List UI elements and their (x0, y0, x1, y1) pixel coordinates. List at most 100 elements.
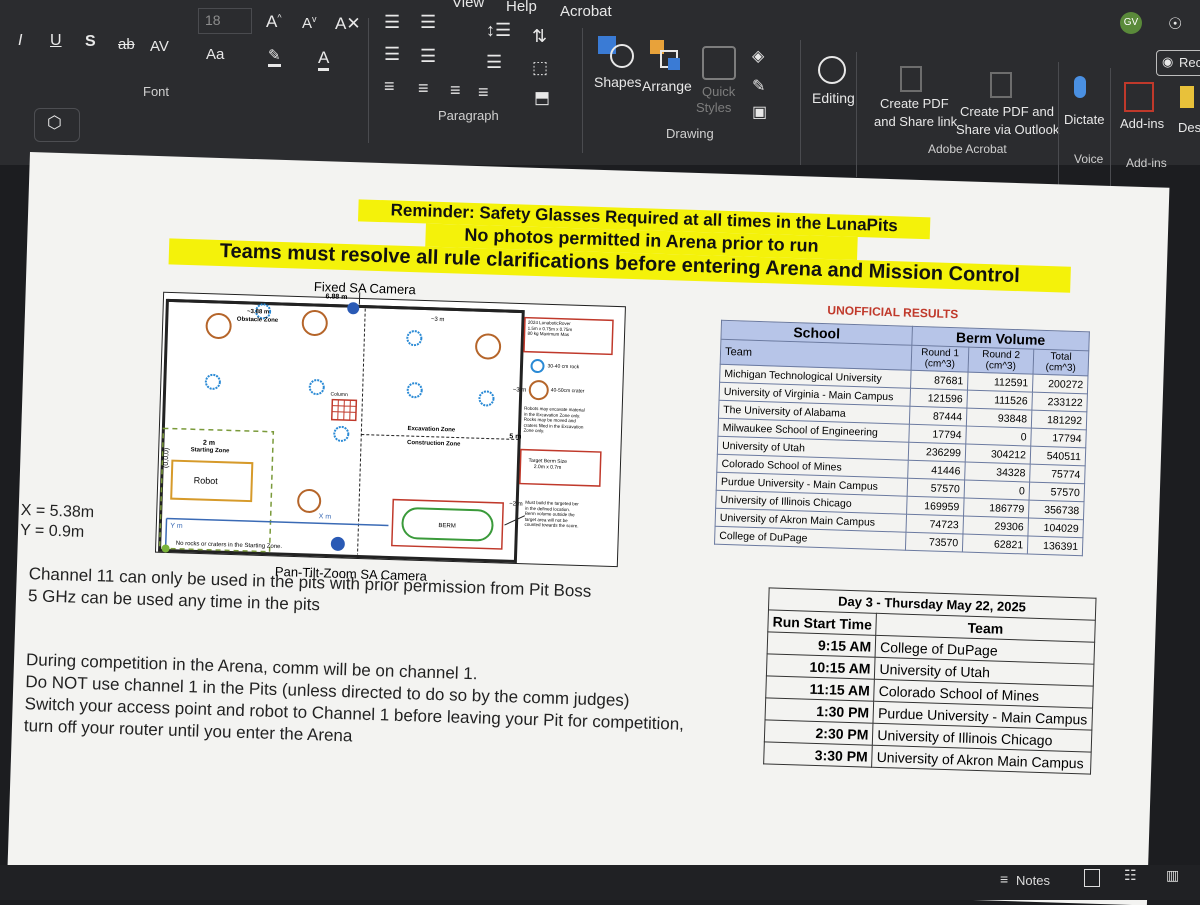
columns-icon[interactable]: ☰ (486, 52, 502, 73)
font-size-value: 18 (205, 12, 221, 28)
create-pdf-outlook-label-1[interactable]: Create PDF and (960, 104, 1054, 119)
berm-label: BERM (438, 523, 456, 530)
copilot-button[interactable]: ⬡ (34, 108, 80, 142)
underline-icon[interactable]: U (50, 32, 62, 50)
create-pdf-label-1[interactable]: Create PDF (880, 96, 949, 111)
notes-icon[interactable]: ≡ (1000, 871, 1008, 887)
excavate-note: Robots may excavate material in the Exca… (523, 406, 584, 435)
grow-font-icon[interactable]: A^ (266, 12, 282, 32)
round1-header: Round 1(cm^3) (911, 345, 969, 372)
legend-rover-text: 2024 LunaboticRover 1.5m x 0.75m x 0.75m… (527, 320, 572, 338)
dim-3m: ~3 m (513, 387, 527, 393)
decrease-indent-icon[interactable]: ☰ (384, 44, 400, 65)
arena-diagram: Fixed SA Camera (147, 278, 636, 583)
y-readout: Y = 0.9m (20, 522, 85, 542)
tab-acrobat[interactable]: Acrobat (560, 3, 612, 20)
shape-outline-icon[interactable]: ✎ (752, 76, 765, 96)
align-right-icon[interactable]: ≡ (450, 80, 461, 101)
tab-help[interactable]: Help (506, 0, 537, 15)
dim-5m: 5 m (509, 433, 521, 440)
create-pdf-outlook-label-2[interactable]: Share via Outlook (956, 122, 1059, 137)
addins-icon[interactable] (1124, 82, 1154, 112)
y-axis-label: Y m (170, 523, 183, 530)
origin-label: (0,0,0) (163, 448, 171, 468)
char-spacing-icon[interactable]: AV (150, 38, 169, 55)
x-axis-label: X m (319, 513, 332, 520)
justify-icon[interactable]: ≡ (478, 82, 489, 103)
quick-styles-icon[interactable] (702, 46, 736, 80)
clear-format-icon[interactable]: A✕ (335, 14, 361, 34)
divider (582, 28, 583, 153)
align-text-icon[interactable]: ⬚ (532, 58, 548, 78)
create-pdf-label-2[interactable]: and Share link (874, 114, 957, 129)
record-button[interactable]: ◉ Reco (1156, 50, 1200, 76)
group-font-label: Font (143, 84, 169, 99)
numbering-icon[interactable]: ☰ (420, 12, 436, 33)
record-dot-icon: ◉ (1162, 54, 1173, 70)
obstacle-zone-dim: ~3.88 m (247, 309, 269, 316)
schedule-table: Day 3 - Thursday May 22, 2025 Run Start … (763, 587, 1096, 774)
obstacle-zone-label: Obstacle Zone (237, 317, 279, 324)
status-bar: ≡ Notes ☷ ▥ (0, 865, 1200, 900)
column-label: Column (330, 392, 347, 399)
shrink-font-icon[interactable]: Av (302, 14, 317, 32)
arrange-button[interactable]: Arrange (642, 78, 692, 94)
align-left-icon[interactable]: ≡ (384, 76, 395, 97)
divider (856, 52, 857, 177)
results-table: School Berm Volume Team Round 1(cm^3) Ro… (714, 320, 1090, 556)
notes-button[interactable]: Notes (1016, 873, 1050, 888)
increase-indent-icon[interactable]: ☰ (420, 46, 436, 67)
shapes-icon[interactable] (598, 36, 632, 66)
strikethrough-icon[interactable]: ab (118, 36, 135, 53)
divider (368, 18, 369, 143)
normal-view-icon[interactable] (1084, 869, 1100, 887)
editing-button[interactable]: Editing (812, 90, 855, 106)
font-color-icon[interactable]: A (318, 48, 329, 71)
line-spacing-icon[interactable]: ↕☰ (486, 20, 511, 41)
smartart-icon[interactable]: ⬒ (534, 88, 550, 108)
designer-button[interactable]: Desi (1178, 120, 1200, 135)
total-header: Total(cm^3) (1033, 349, 1089, 376)
designer-icon[interactable] (1180, 86, 1194, 108)
divider (1058, 62, 1059, 187)
group-voice-label: Voice (1074, 152, 1103, 166)
pdf-icon[interactable] (900, 66, 922, 92)
starting-zone-dim: 2 m (203, 440, 215, 447)
slide-sorter-icon[interactable]: ☷ (1124, 867, 1140, 883)
group-paragraph-label: Paragraph (438, 108, 499, 123)
highlight-icon[interactable]: ✎ (268, 46, 281, 67)
quick-styles-label-1[interactable]: Quick (702, 84, 735, 99)
ribbon: View Help Acrobat 18 A^ Av A✕ I U S ab A… (0, 0, 1200, 165)
quick-styles-label-2[interactable]: Styles (696, 100, 731, 115)
reading-view-icon[interactable]: ▥ (1166, 867, 1182, 883)
arrange-icon[interactable] (650, 40, 682, 70)
shape-effects-icon[interactable]: ▣ (752, 102, 767, 122)
font-size-box[interactable]: 18 (198, 8, 252, 34)
italic-icon[interactable]: I (18, 32, 22, 50)
copilot-icon: ⬡ (47, 113, 62, 133)
search-icon[interactable] (818, 56, 846, 84)
must-build-note: Must build the targeted ber in the defin… (524, 500, 579, 529)
pdf-outlook-icon[interactable] (990, 72, 1012, 98)
microphone-icon[interactable] (1074, 76, 1086, 98)
starting-zone-label: Starting Zone (191, 447, 230, 454)
text-direction-icon[interactable]: ⇅ (532, 26, 547, 47)
legend-rock-text: 30-40 cm rock (547, 363, 579, 370)
lightbulb-icon[interactable]: ☉ (1168, 14, 1182, 34)
dim-2m: ~2 m (509, 501, 523, 507)
addins-button[interactable]: Add-ins (1120, 116, 1164, 131)
slide[interactable]: Reminder: Safety Glasses Required at all… (7, 152, 1169, 905)
dictate-button[interactable]: Dictate (1064, 112, 1104, 127)
tab-view[interactable]: View (452, 0, 484, 11)
y-axis-line (166, 518, 167, 548)
group-addins-label: Add-ins (1126, 156, 1167, 170)
robot-label: Robot (194, 475, 218, 486)
bullets-icon[interactable]: ☰ (384, 12, 400, 33)
shape-fill-icon[interactable]: ◈ (752, 46, 764, 66)
width-label: 6.88 m (325, 293, 347, 301)
avatar[interactable]: GV (1120, 12, 1142, 34)
change-case-icon[interactable]: Aa (206, 46, 224, 63)
shadow-icon[interactable]: S (85, 33, 96, 51)
align-center-icon[interactable]: ≡ (418, 78, 429, 99)
shapes-button[interactable]: Shapes (594, 74, 641, 90)
